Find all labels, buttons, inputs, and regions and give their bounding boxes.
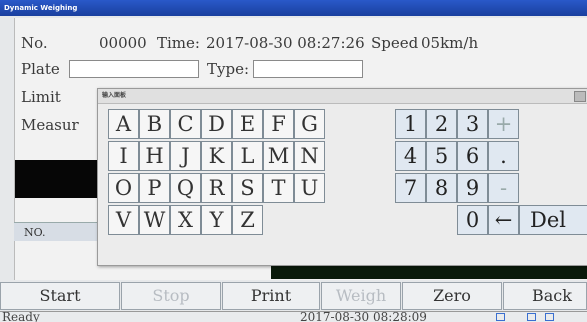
- key-w[interactable]: W: [139, 205, 170, 235]
- speed-value: 05km/h: [421, 34, 479, 52]
- no-label: No.: [21, 34, 48, 52]
- app-window: Dynamic Weighing No. 00000 Time: 2017-08…: [0, 0, 587, 322]
- zero-button[interactable]: Zero: [402, 282, 502, 310]
- key-minus[interactable]: -: [488, 173, 519, 203]
- key-p[interactable]: P: [139, 173, 170, 203]
- print-button[interactable]: Print: [222, 282, 320, 310]
- key-7[interactable]: 7: [395, 173, 426, 203]
- stop-button[interactable]: Stop: [121, 282, 221, 310]
- type-input[interactable]: [253, 60, 363, 78]
- speed-label: Speed: [371, 34, 419, 52]
- backspace-key[interactable]: ←: [488, 205, 519, 235]
- key-u[interactable]: U: [294, 173, 325, 203]
- input-keyboard-popup: 输入面板 A B C D E F G 1 2 3 + I H J K L M N…: [97, 88, 587, 266]
- key-2[interactable]: 2: [426, 109, 457, 139]
- tray-icon[interactable]: [545, 313, 554, 321]
- tray-icon[interactable]: [496, 313, 505, 321]
- keyboard-title: 输入面板: [98, 89, 587, 104]
- back-button[interactable]: Back: [503, 282, 587, 310]
- measure-label: Measur: [21, 116, 79, 134]
- key-s[interactable]: S: [232, 173, 263, 203]
- key-i[interactable]: I: [108, 141, 139, 171]
- key-t[interactable]: T: [263, 173, 294, 203]
- key-j[interactable]: J: [170, 141, 201, 171]
- key-c[interactable]: C: [170, 109, 201, 139]
- key-9[interactable]: 9: [457, 173, 488, 203]
- time-value: 2017-08-30 08:27:26: [206, 34, 365, 52]
- key-5[interactable]: 5: [426, 141, 457, 171]
- key-m[interactable]: M: [263, 141, 294, 171]
- key-0[interactable]: 0: [457, 205, 488, 235]
- key-a[interactable]: A: [108, 109, 139, 139]
- key-y[interactable]: Y: [201, 205, 232, 235]
- col-no-header: NO.: [24, 226, 46, 239]
- key-6[interactable]: 6: [457, 141, 488, 171]
- key-dot[interactable]: .: [488, 141, 519, 171]
- key-4[interactable]: 4: [395, 141, 426, 171]
- key-b[interactable]: B: [139, 109, 170, 139]
- key-o[interactable]: O: [108, 173, 139, 203]
- key-l[interactable]: L: [232, 141, 263, 171]
- delete-key[interactable]: Del: [519, 205, 587, 235]
- key-d[interactable]: D: [201, 109, 232, 139]
- status-message: Ready: [2, 310, 40, 322]
- time-label: Time:: [157, 34, 200, 52]
- record-number: 00000: [99, 34, 147, 52]
- key-k[interactable]: K: [201, 141, 232, 171]
- key-8[interactable]: 8: [426, 173, 457, 203]
- key-v[interactable]: V: [108, 205, 139, 235]
- close-icon[interactable]: [574, 91, 586, 102]
- tray-icon[interactable]: [527, 313, 536, 321]
- limit-label: Limit: [21, 88, 61, 106]
- key-g[interactable]: G: [294, 109, 325, 139]
- plate-label: Plate: [21, 60, 60, 78]
- status-bar: Ready 2017-08-30 08:28:09: [0, 310, 587, 322]
- key-e[interactable]: E: [232, 109, 263, 139]
- key-f[interactable]: F: [263, 109, 294, 139]
- window-title: Dynamic Weighing: [0, 0, 587, 16]
- plate-input[interactable]: [69, 60, 199, 78]
- key-3[interactable]: 3: [457, 109, 488, 139]
- key-q[interactable]: Q: [170, 173, 201, 203]
- key-r[interactable]: R: [201, 173, 232, 203]
- status-time: 2017-08-30 08:28:09: [300, 310, 427, 322]
- weigh-button[interactable]: Weigh: [321, 282, 401, 310]
- start-button[interactable]: Start: [0, 282, 120, 310]
- key-z[interactable]: Z: [232, 205, 263, 235]
- key-1[interactable]: 1: [395, 109, 426, 139]
- key-n[interactable]: N: [294, 141, 325, 171]
- type-label: Type:: [207, 60, 250, 78]
- key-x[interactable]: X: [170, 205, 201, 235]
- key-h[interactable]: H: [139, 141, 170, 171]
- key-plus[interactable]: +: [488, 109, 519, 139]
